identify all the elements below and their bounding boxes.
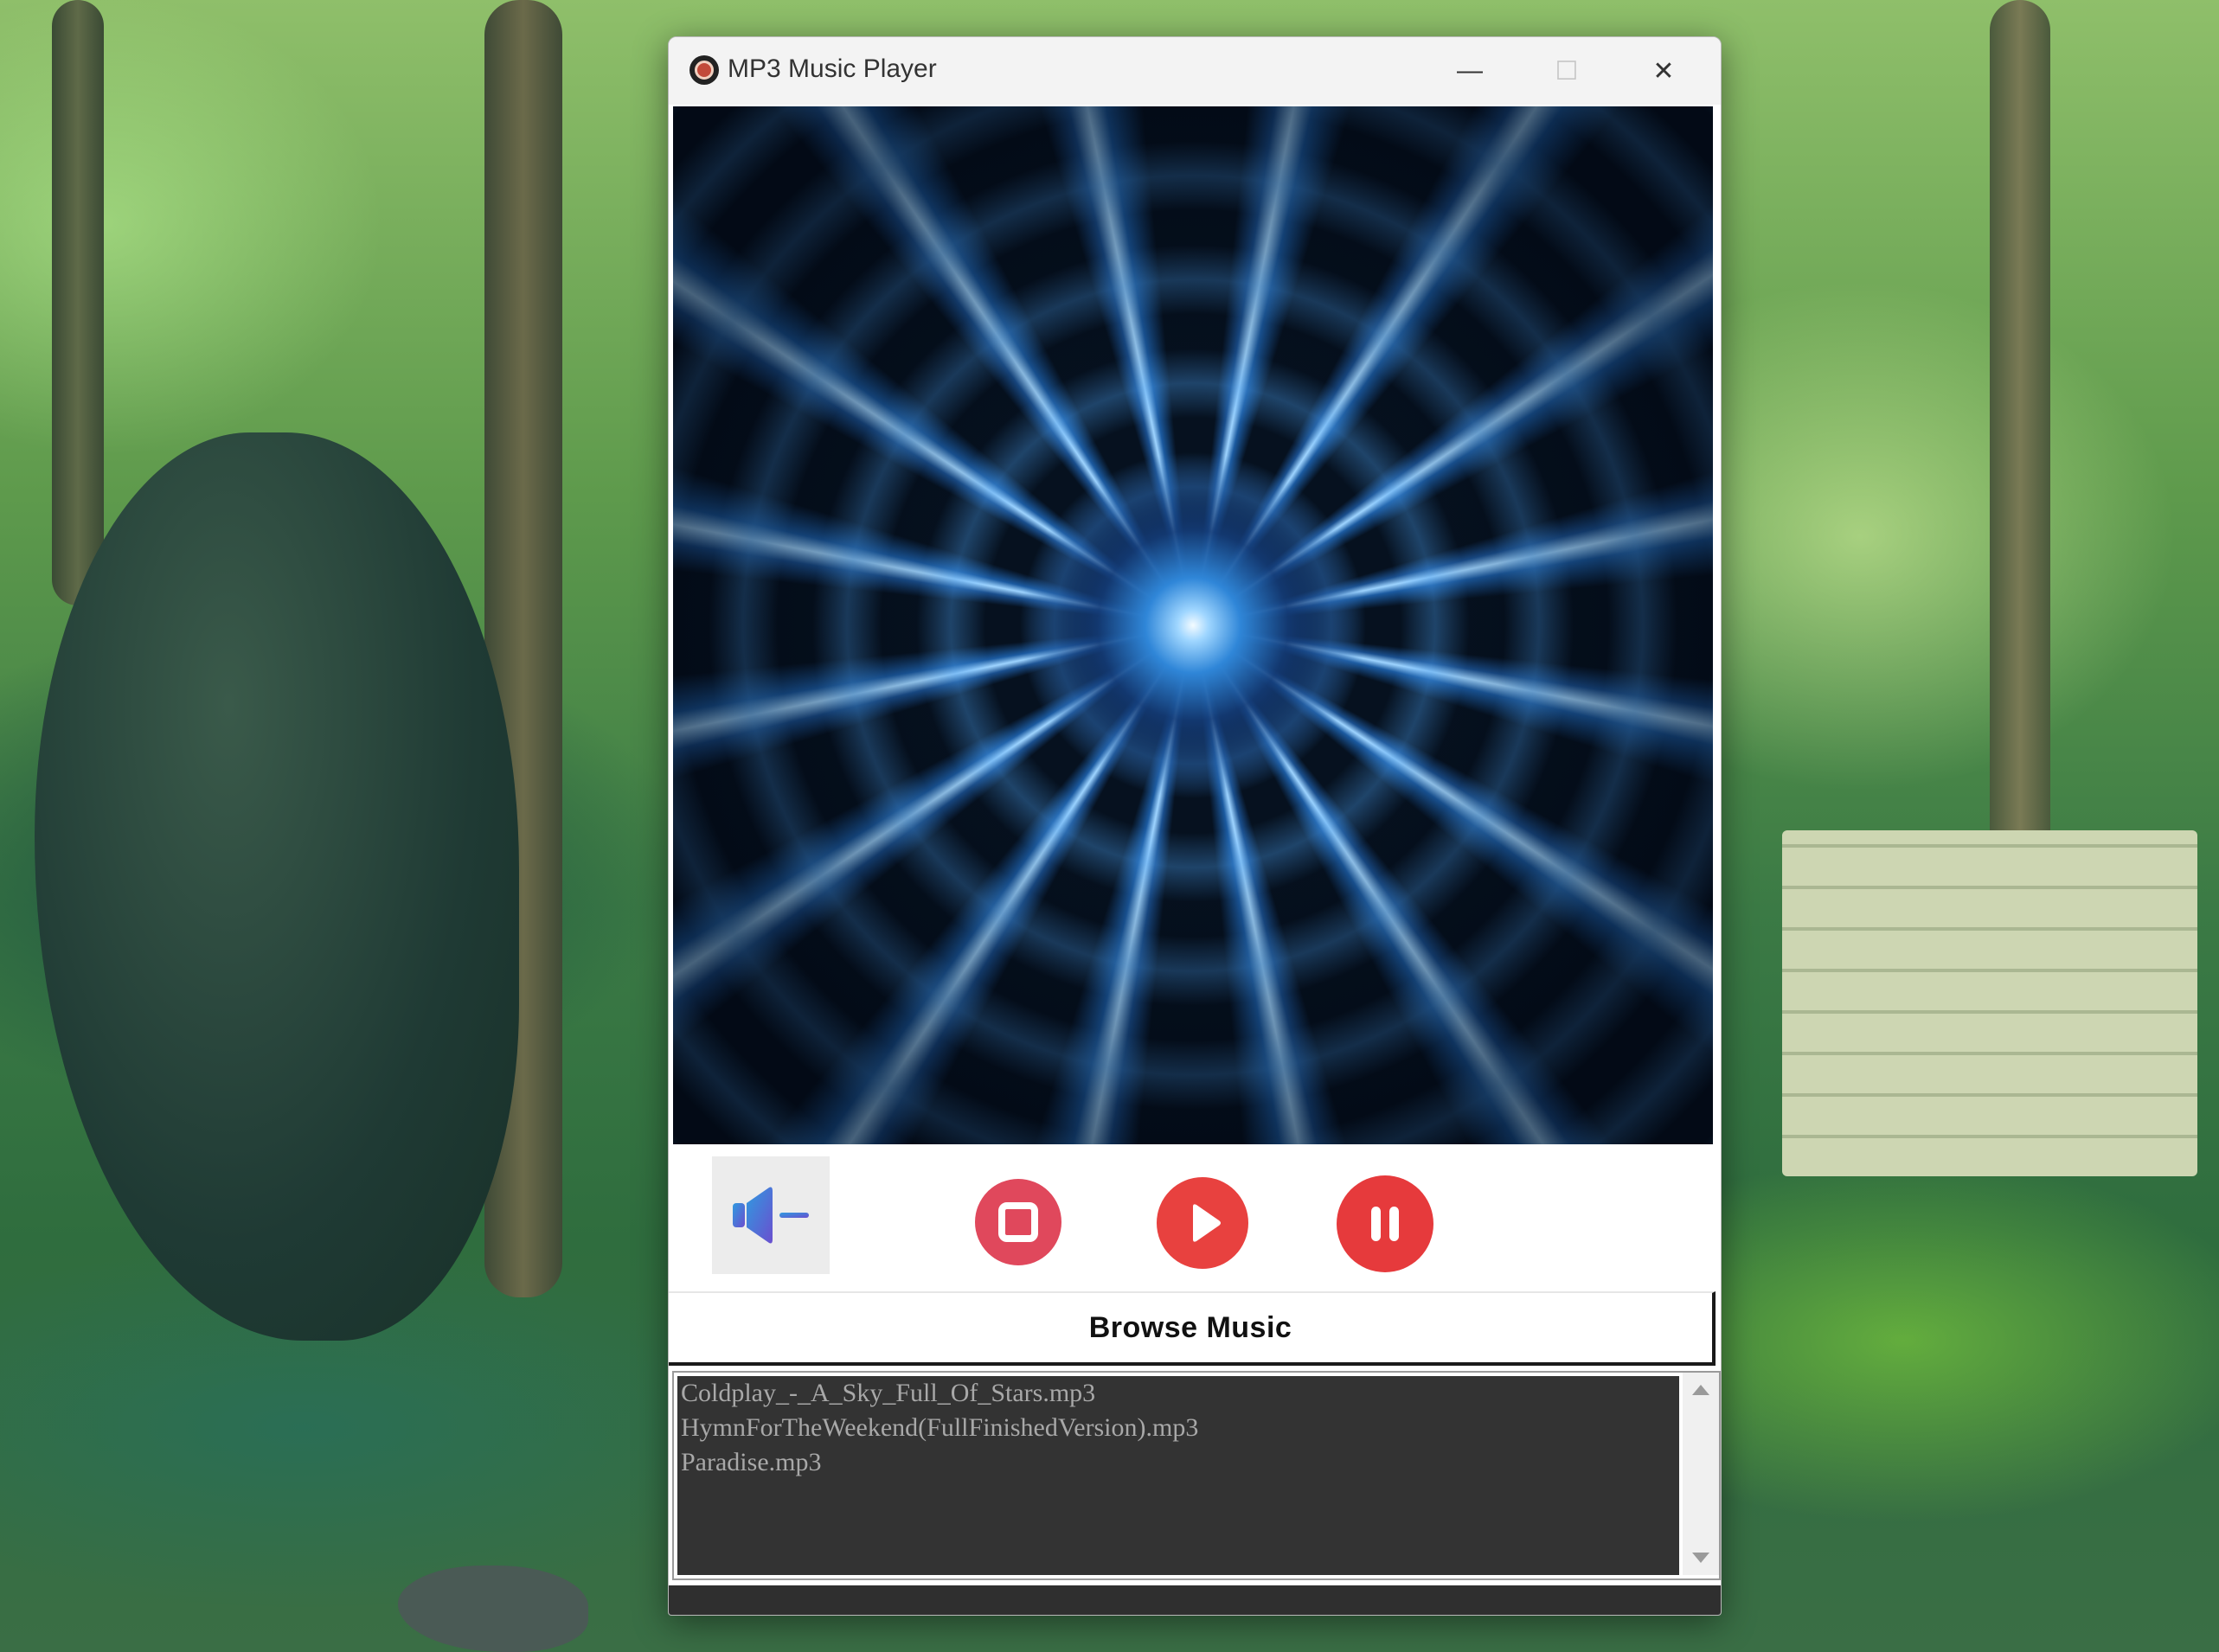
list-item[interactable]: Paradise.mp3 xyxy=(677,1445,1679,1480)
minimize-button[interactable]: — xyxy=(1421,37,1518,105)
playback-controls xyxy=(669,1146,1721,1293)
playlist-scrollbar[interactable] xyxy=(1683,1373,1719,1575)
pause-button[interactable] xyxy=(1337,1175,1433,1272)
close-button[interactable]: ✕ xyxy=(1615,37,1712,105)
tree-trunk xyxy=(1990,0,2050,951)
music-player-window: MP3 Music Player — ☐ ✕ Browse Music Cold… xyxy=(668,36,1722,1616)
stop-icon xyxy=(998,1202,1038,1242)
playlist-listbox[interactable]: Coldplay_-_A_Sky_Full_Of_Stars.mp3 HymnF… xyxy=(677,1376,1679,1575)
volume-button[interactable] xyxy=(712,1156,830,1274)
album-art-visualizer xyxy=(673,106,1713,1144)
stop-button[interactable] xyxy=(975,1179,1061,1265)
mossy-rock xyxy=(35,432,519,1341)
list-item[interactable]: HymnForTheWeekend(FullFinishedVersion).m… xyxy=(677,1411,1679,1445)
app-headphones-icon xyxy=(689,55,719,85)
scroll-up-icon[interactable] xyxy=(1692,1385,1709,1395)
title-bar[interactable]: MP3 Music Player — ☐ ✕ xyxy=(669,37,1721,105)
speaker-low-icon xyxy=(733,1187,809,1244)
window-title: MP3 Music Player xyxy=(728,54,937,83)
list-item[interactable]: Coldplay_-_A_Sky_Full_Of_Stars.mp3 xyxy=(677,1376,1679,1411)
maximize-button[interactable]: ☐ xyxy=(1518,37,1615,105)
browse-music-button[interactable]: Browse Music xyxy=(669,1291,1716,1366)
tree-trunk xyxy=(52,0,104,605)
play-icon xyxy=(1193,1204,1221,1242)
playlist: Coldplay_-_A_Sky_Full_Of_Stars.mp3 HymnF… xyxy=(672,1371,1721,1580)
play-button[interactable] xyxy=(1157,1177,1248,1269)
river-rock xyxy=(398,1566,588,1652)
scroll-down-icon[interactable] xyxy=(1692,1553,1709,1563)
status-bar xyxy=(669,1585,1721,1615)
pause-icon xyxy=(1371,1207,1399,1241)
stone-ruin xyxy=(1782,830,2197,1176)
